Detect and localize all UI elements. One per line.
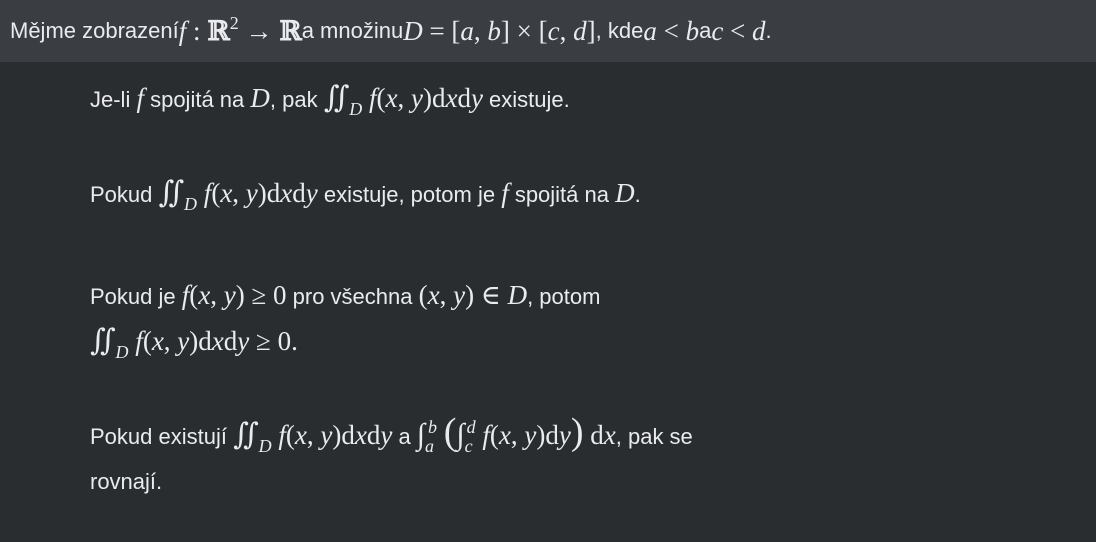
option-4-text-4: rovnají.: [90, 469, 163, 494]
header-text-3: , kde: [595, 18, 644, 43]
option-3-line-2: ∬D f(x, y)dxdy ≥ 0.: [90, 319, 600, 366]
option-4-math-iterated-integral: ∫ab (∫cd f(x, y)dy) dx: [416, 411, 616, 456]
answer-option-1[interactable]: Je-li f spojitá na D, pak ∬D f(x, y)dxdy…: [90, 76, 570, 123]
option-4-math-double-integral: ∬D f(x, y)dxdy: [233, 418, 393, 456]
option-3-math-member: (x, y) ∈ D: [418, 280, 528, 310]
answer-option-3[interactable]: Pokud je f(x, y) ≥ 0 pro všechna (x, y) …: [90, 273, 600, 366]
header-text-2: a množinu: [301, 18, 404, 43]
header-text-5: .: [765, 18, 772, 43]
option-4-line-1: Pokud existují ∬D f(x, y)dxdy a ∫ab (∫cd…: [90, 410, 693, 460]
option-2-text-1: Pokud: [90, 182, 159, 207]
option-3-text-3: , potom: [527, 284, 601, 309]
option-1-math-integral: ∬D f(x, y)dxdy: [323, 81, 483, 119]
header-math-mapping: f : ℝ2 → ℝ: [178, 12, 302, 47]
answer-option-4[interactable]: Pokud existují ∬D f(x, y)dxdy a ∫ab (∫cd…: [90, 410, 693, 504]
option-1-text-3: , pak: [269, 87, 324, 112]
option-3-math-ineq: f(x, y) ≥ 0: [181, 280, 287, 310]
option-1-math-f: f: [136, 83, 144, 113]
option-3-text-2: pro všechna: [286, 284, 419, 309]
option-2-text-3: spojitá na: [508, 182, 616, 207]
option-2-math-f: f: [501, 178, 509, 208]
option-4-text-2: a: [392, 424, 417, 449]
option-3-line-1: Pokud je f(x, y) ≥ 0 pro všechna (x, y) …: [90, 273, 600, 319]
option-1-math-d: D: [250, 83, 270, 113]
option-4-line-2: rovnají.: [90, 460, 693, 504]
option-2-text-2: existuje, potom je: [317, 182, 502, 207]
option-2-math-integral: ∬D f(x, y)dxdy: [158, 176, 318, 214]
header-text-4: a: [699, 18, 712, 43]
header-math-cd: c < d: [711, 15, 766, 46]
header-math-ab: a < b: [643, 15, 700, 46]
header-math-set: D = [a, b] × [c, d]: [403, 15, 596, 46]
option-3-math-integral: ∬D f(x, y)dxdy ≥ 0.: [90, 324, 298, 362]
option-4-text-1: Pokud existují: [90, 424, 234, 449]
question-header: Mějme zobrazení f : ℝ2 → ℝ a množinu D =…: [0, 0, 1096, 62]
option-1-text-2: spojitá na: [143, 87, 251, 112]
option-3-text-1: Pokud je: [90, 284, 182, 309]
option-1-text-4: existuje.: [482, 87, 570, 112]
option-4-text-3: , pak se: [615, 424, 693, 449]
header-text-1: Mějme zobrazení: [10, 18, 179, 43]
option-2-text-4: .: [634, 182, 641, 207]
option-1-text-1: Je-li: [90, 87, 137, 112]
answer-option-2[interactable]: Pokud ∬D f(x, y)dxdy existuje, potom je …: [90, 171, 641, 218]
option-2-math-d: D: [615, 178, 635, 208]
